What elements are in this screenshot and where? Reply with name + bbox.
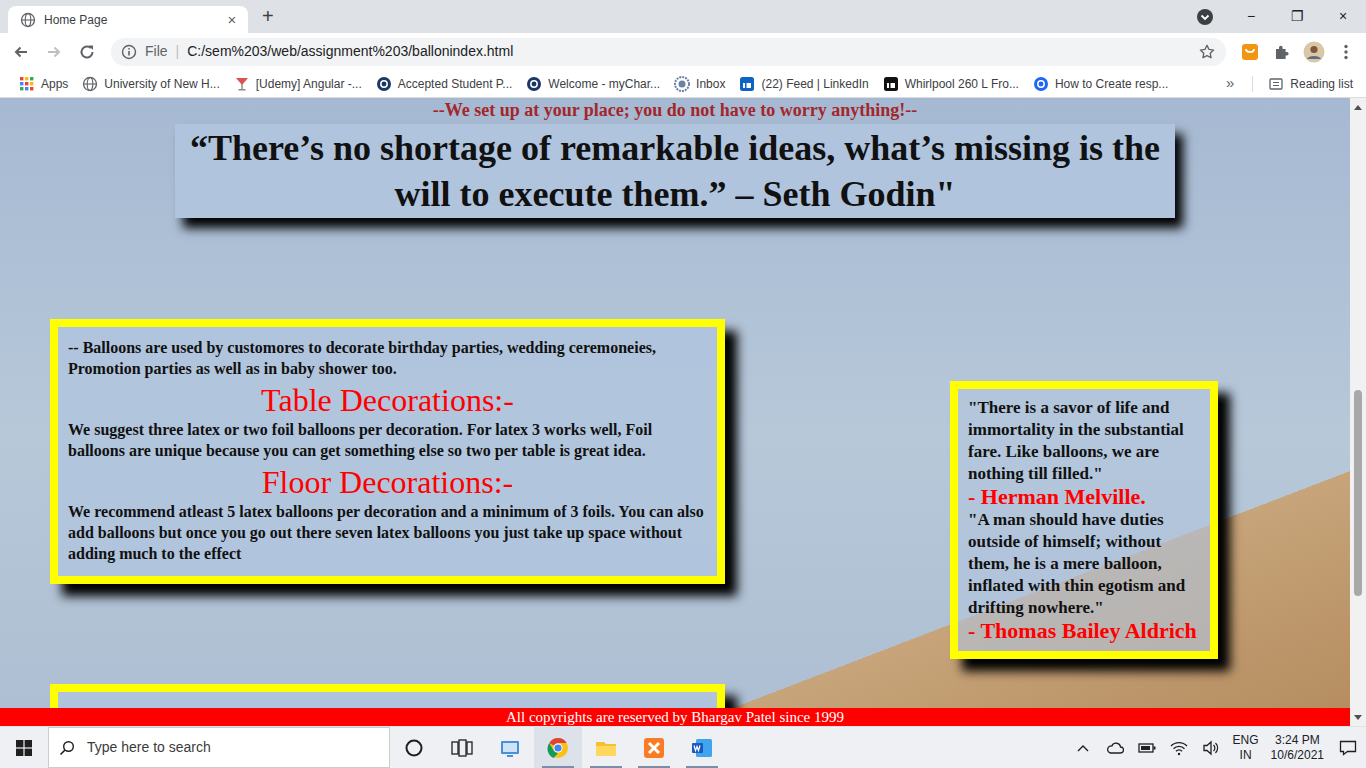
bookmark-item[interactable]: University of New H... [75,75,226,93]
search-icon [59,740,75,756]
apps-shortcut[interactable]: Apps [12,75,75,93]
cortana-icon[interactable] [390,727,438,768]
bookmark-item[interactable]: How to Create resp... [1026,75,1175,93]
quote-text: "A man should have duties outside of him… [968,509,1200,619]
quotes-box: "There is a savor of life and immortalit… [950,381,1218,659]
back-icon[interactable] [6,37,36,67]
reading-list-button[interactable]: Reading list [1261,75,1360,93]
quote-box: “There’s no shortage of remarkable ideas… [175,124,1175,218]
minimize-button[interactable]: − [1228,0,1274,33]
xampp-app-icon[interactable] [630,727,678,768]
bookmark-item[interactable]: Accepted Student P... [369,75,520,93]
running-indicator [686,766,718,768]
site-favicon-icon [376,76,392,92]
next-info-box [50,684,725,708]
tab-search-icon[interactable] [1182,0,1228,33]
section-text: We recommend atleast 5 latex balloons pe… [68,501,707,564]
site-label: File [145,41,168,62]
reload-icon[interactable] [72,37,102,67]
bookmark-item[interactable]: [Udemy] Angular -... [227,75,369,93]
extensions-puzzle-icon[interactable] [1266,37,1298,67]
section-text: We suggest three latex or two foil ballo… [68,419,707,461]
menu-icon[interactable] [1330,37,1362,67]
tab-title: Home Page [44,11,216,29]
forward-icon[interactable] [39,37,69,67]
language-indicator[interactable]: ENGIN [1227,733,1265,763]
close-window-button[interactable]: × [1320,0,1366,33]
quote-text: "There is a savor of life and immortalit… [968,397,1200,485]
intro-text: -- Balloons are used by customores to de… [68,337,707,379]
explorer-app-icon[interactable] [582,727,630,768]
word-app-icon[interactable] [678,727,726,768]
address-bar[interactable]: File|C:/sem%203/web/assignment%203/ballo… [111,38,1226,66]
bookmark-item[interactable]: Whirlpool 260 L Fro... [876,75,1026,93]
taskbar-search[interactable]: Type here to search [48,727,390,768]
running-indicator [542,766,574,768]
browser-tab[interactable]: Home Page × [8,6,248,33]
clock[interactable]: 3:24 PM10/6/2021 [1265,733,1330,763]
apps-grid-icon [19,76,35,92]
info-box: -- Balloons are used by customores to de… [50,319,725,584]
site-favicon-icon [526,76,542,92]
profile-avatar-icon[interactable] [1298,37,1330,67]
onedrive-cloud-icon[interactable] [1099,727,1131,768]
url-text: C:/sem%203/web/assignment%203/balloninde… [187,41,1198,62]
site-favicon-icon [1033,76,1049,92]
quote-author: - Thomas Bailey Aldrich [968,619,1200,643]
quote-author: - Herman Melville. [968,485,1200,509]
site-favicon-icon [883,76,899,92]
site-favicon-icon [674,76,690,92]
reading-list-icon [1268,76,1284,92]
close-tab-button[interactable]: × [224,12,240,27]
star-icon[interactable] [1198,43,1216,61]
bookmark-item[interactable]: Inbox [667,75,732,93]
info-icon[interactable] [121,44,137,60]
windows-start-icon[interactable] [0,727,48,768]
footer: All copyrights are reserved by Bhargav P… [0,708,1350,726]
wifi-icon[interactable] [1163,727,1195,768]
battery-icon[interactable] [1131,727,1163,768]
scroll-down-icon[interactable] [1350,709,1366,726]
bookmark-item[interactable]: Welcome - myChar... [519,75,667,93]
notifications-icon[interactable] [1330,727,1366,768]
running-indicator [590,766,622,768]
more-bookmarks-button[interactable]: » [1216,72,1244,95]
maximize-button[interactable]: ❐ [1274,0,1320,33]
scrollbar-thumb[interactable] [1354,390,1362,596]
banner-text: --We set up at your place; you do not ha… [0,98,1350,120]
scrollbar[interactable] [1350,98,1366,726]
globe-icon [20,12,36,28]
running-indicator [638,766,670,768]
new-tab-button[interactable]: + [262,0,274,33]
network-app-icon[interactable] [486,727,534,768]
web-page: --We set up at your place; you do not ha… [0,98,1350,708]
site-favicon-icon [82,76,98,92]
scroll-up-icon[interactable] [1350,98,1366,115]
volume-icon[interactable] [1195,727,1227,768]
task-view-icon[interactable] [438,727,486,768]
show-hidden-icons-icon[interactable] [1067,727,1099,768]
bookmark-item[interactable]: (22) Feed | LinkedIn [732,75,875,93]
extension-icon[interactable] [1234,37,1266,67]
section-heading: Floor Decorations:- [68,463,707,501]
section-heading: Table Decorations:- [68,381,707,419]
chrome-app-icon[interactable] [534,727,582,768]
site-favicon-icon [739,76,755,92]
site-favicon-icon [234,76,250,92]
